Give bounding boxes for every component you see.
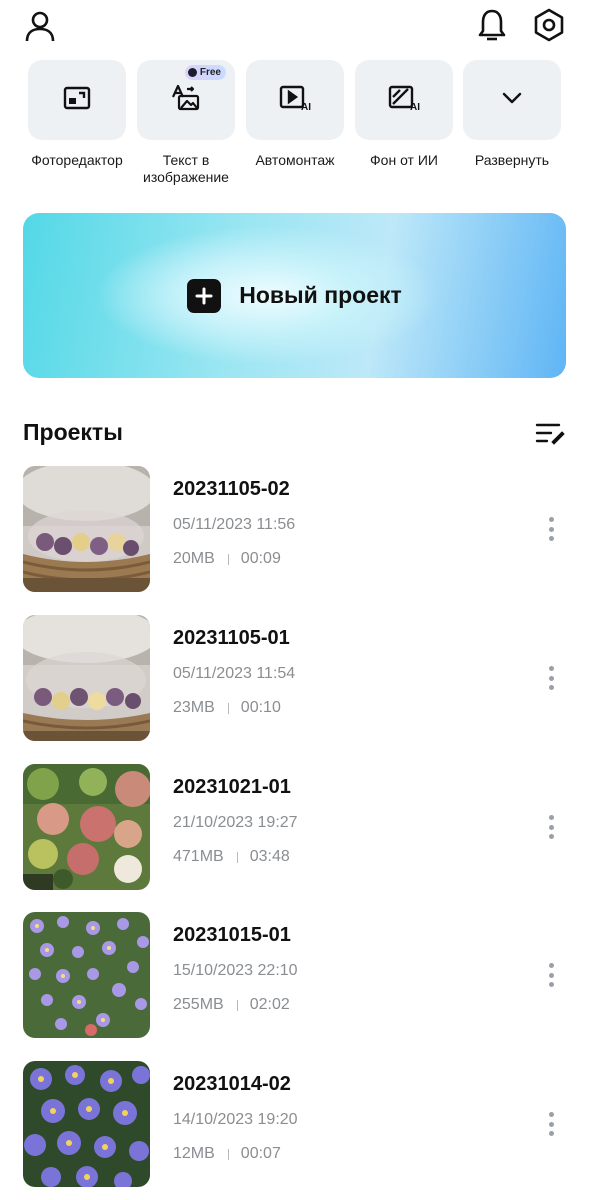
project-size: 12MB [173,1145,215,1162]
more-options-icon[interactable] [542,1109,560,1139]
tool-label: Фоторедактор [31,152,123,168]
tool-label: Фон от ИИ [370,152,438,168]
more-options-icon[interactable] [542,960,560,990]
meta-divider [227,553,229,565]
projects-header: Проекты [23,415,566,451]
new-project-button[interactable]: Новый проект [23,213,566,378]
project-meta: 20MB 00:09 [173,550,281,568]
meta-divider [227,1148,229,1160]
project-item[interactable]: 20231015-01 15/10/2023 22:10 255MB 02:02 [23,912,566,1038]
meta-divider [236,851,238,863]
project-date: 05/11/2023 11:56 [173,516,296,533]
project-name: 20231021-01 [173,776,291,798]
project-duration: 00:07 [240,1145,281,1162]
more-options-icon[interactable] [542,514,560,544]
gear-icon[interactable] [530,6,568,44]
project-thumbnail[interactable] [23,912,150,1038]
plus-icon [187,278,222,313]
project-meta: 12MB 00:07 [173,1145,281,1163]
free-badge: Free [184,65,226,80]
tool-text-to-image[interactable]: Free Текст в изображение [137,60,235,186]
text-to-image-icon [171,84,201,117]
svg-text:AI: AI [301,102,311,111]
photo-edit-icon [63,85,91,116]
tool-expand-tile[interactable] [463,60,561,140]
person-icon[interactable] [22,8,58,44]
project-thumbnail[interactable] [23,466,150,592]
project-duration: 02:02 [249,996,290,1013]
project-meta: 23MB 00:10 [173,699,281,717]
project-meta: 255MB 02:02 [173,996,290,1014]
project-duration: 00:10 [240,699,281,716]
project-size: 20MB [173,550,215,567]
sort-edit-icon[interactable] [534,417,566,449]
project-date: 21/10/2023 19:27 [173,814,298,831]
meta-divider [236,999,238,1011]
more-options-icon[interactable] [542,663,560,693]
new-project-label: Новый проект [239,282,402,308]
project-name: 20231105-02 [173,478,290,500]
project-name: 20231014-02 [173,1073,291,1095]
project-item[interactable]: 20231105-02 05/11/2023 11:56 20MB 00:09 [23,466,566,592]
project-item[interactable]: 20231105-01 05/11/2023 11:54 23MB 00:10 [23,615,566,741]
auto-edit-ai-icon: AI [279,85,311,116]
project-duration: 00:09 [240,550,281,567]
project-item[interactable]: 20231021-01 21/10/2023 19:27 471MB 03:48 [23,764,566,890]
tool-ai-background[interactable]: AI Фон от ИИ [355,60,453,169]
tool-ai-background-tile[interactable]: AI [355,60,453,140]
free-badge-label: Free [199,67,221,78]
tool-auto-edit-tile[interactable]: AI [246,60,344,140]
project-duration: 03:48 [249,848,290,865]
bell-icon[interactable] [473,6,511,44]
tool-photo-editor-tile[interactable] [28,60,126,140]
tool-photo-editor[interactable]: Фоторедактор [28,60,126,169]
clock-icon [187,68,197,77]
svg-text:AI: AI [410,102,420,111]
project-thumbnail[interactable] [23,764,150,890]
project-thumbnail[interactable] [23,615,150,741]
tool-label: Текст в изображение [143,152,229,185]
meta-divider [227,702,229,714]
project-item[interactable]: 20231014-02 14/10/2023 19:20 12MB 00:07 [23,1061,566,1187]
top-bar [0,0,589,56]
tool-label: Автомонтаж [255,152,335,168]
project-size: 471MB [173,848,224,865]
project-thumbnail[interactable] [23,1061,150,1187]
project-size: 23MB [173,699,215,716]
project-name: 20231105-01 [173,627,290,649]
ai-background-icon: AI [388,85,420,116]
project-date: 14/10/2023 19:20 [173,1111,298,1128]
chevron-down-icon [501,91,523,110]
project-name: 20231015-01 [173,924,291,946]
project-size: 255MB [173,996,224,1013]
tool-expand[interactable]: Развернуть [463,60,561,169]
tool-label: Развернуть [474,152,550,168]
project-date: 15/10/2023 22:10 [173,962,298,979]
tool-text-to-image-tile[interactable]: Free [137,60,235,140]
more-options-icon[interactable] [542,812,560,842]
project-date: 05/11/2023 11:54 [173,665,296,682]
section-title: Проекты [23,419,123,445]
project-meta: 471MB 03:48 [173,848,290,866]
tool-auto-edit[interactable]: AI Автомонтаж [246,60,344,169]
